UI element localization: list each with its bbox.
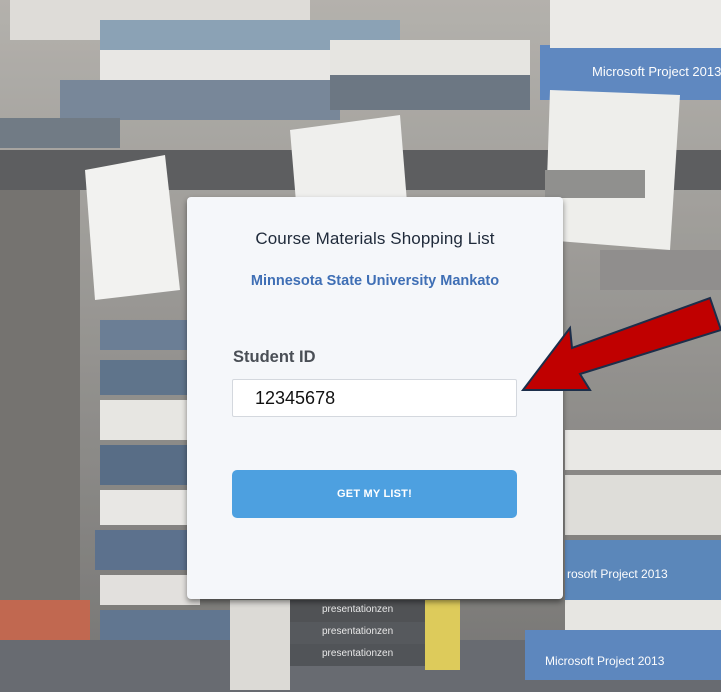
- university-name: Minnesota State University Mankato: [250, 273, 500, 289]
- student-id-input[interactable]: [232, 379, 517, 417]
- shopping-list-login-card: Course Materials Shopping List Minnesota…: [187, 197, 563, 599]
- card-title: Course Materials Shopping List: [255, 229, 495, 248]
- login-page: Microsoft Project 2013 rosoft Project 20…: [0, 0, 721, 692]
- get-my-list-button[interactable]: GET MY LIST!: [232, 470, 517, 518]
- student-id-label: Student ID: [233, 348, 316, 366]
- red-arrow-annotation-icon: [520, 296, 721, 391]
